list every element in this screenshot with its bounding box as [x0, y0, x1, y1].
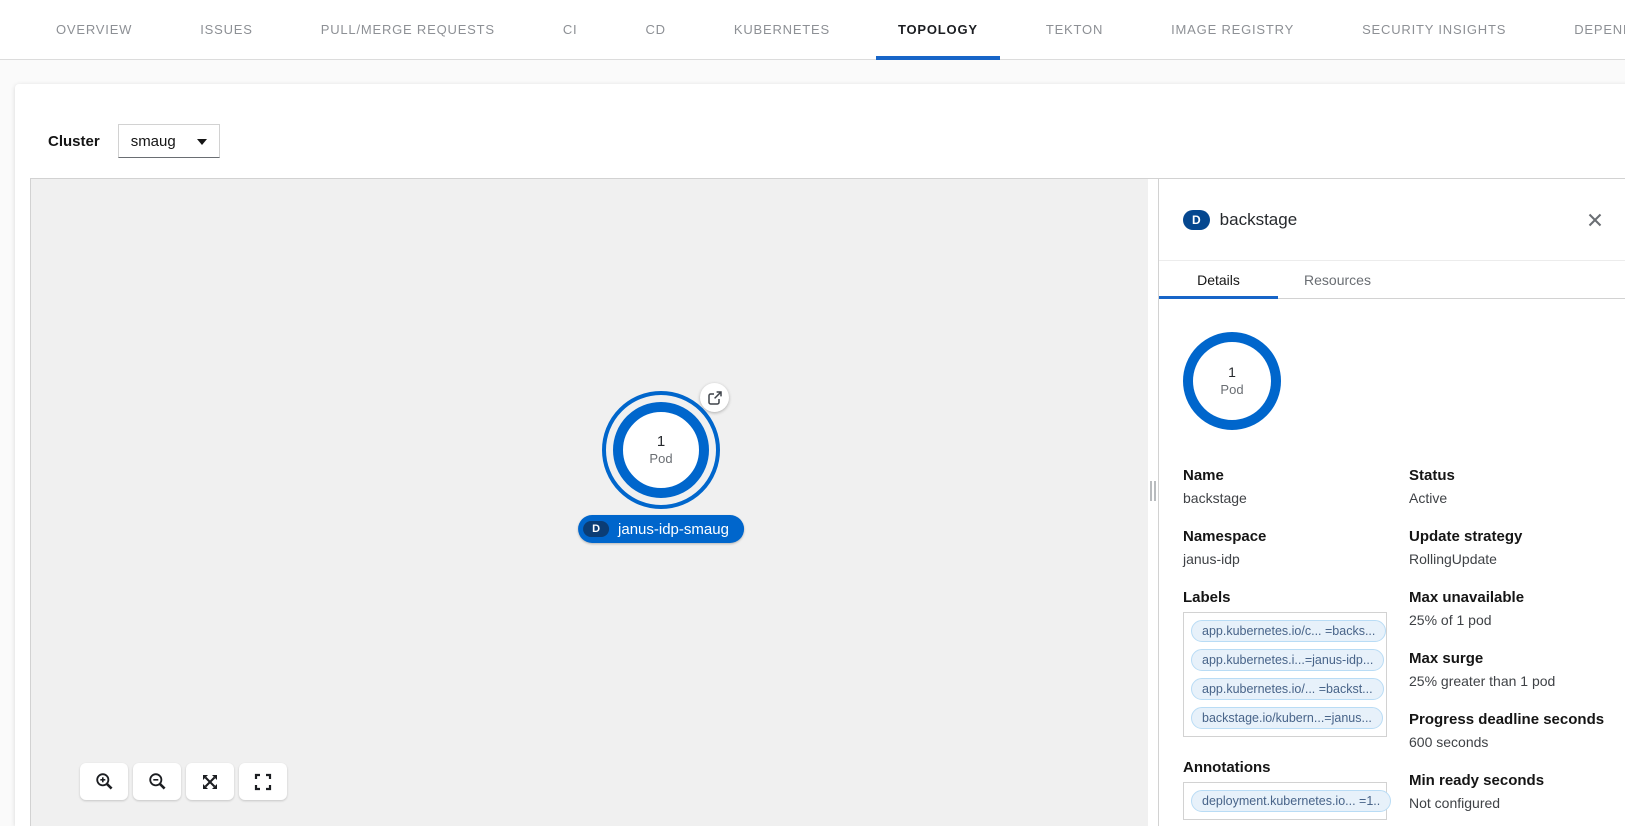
field-max-surge: Max surge 25% greater than 1 pod [1409, 650, 1609, 689]
entity-tabs: OVERVIEW ISSUES PULL/MERGE REQUESTS CI C… [0, 0, 1625, 60]
node-pod-donut: 1 Pod [613, 402, 709, 498]
field-progress-deadline: Progress deadline seconds 600 seconds [1409, 711, 1609, 750]
field-max-unavailable-label: Max unavailable [1409, 589, 1609, 606]
field-status: Status Active [1409, 467, 1609, 506]
cluster-toolbar: Cluster smaug [48, 124, 220, 158]
zoom-in-button[interactable] [80, 763, 128, 800]
side-panel-tabs: Details Resources [1159, 261, 1625, 299]
tab-cd[interactable]: CD [623, 0, 687, 59]
field-progress-deadline-label: Progress deadline seconds [1409, 711, 1609, 728]
label-chip[interactable]: app.kubernetes.i...=janus-idp... [1191, 649, 1384, 671]
label-chip[interactable]: app.kubernetes.io/c... =backs... [1191, 620, 1386, 642]
field-namespace-label: Namespace [1183, 528, 1409, 545]
field-update-strategy: Update strategy RollingUpdate [1409, 528, 1609, 567]
field-status-value: Active [1409, 490, 1609, 506]
field-max-unavailable: Max unavailable 25% of 1 pod [1409, 589, 1609, 628]
node-label[interactable]: D janus-idp-smaug [578, 515, 744, 543]
field-update-strategy-value: RollingUpdate [1409, 551, 1609, 567]
reset-view-icon [254, 773, 272, 791]
drag-handle-icon [1150, 481, 1156, 501]
node-pod-count: 1 [657, 433, 665, 452]
chevron-down-icon [197, 139, 207, 145]
field-labels-label: Labels [1183, 589, 1409, 606]
panel-resize-divider[interactable] [1148, 179, 1158, 826]
node-pod-unit: Pod [649, 451, 672, 467]
tab-overview[interactable]: OVERVIEW [34, 0, 154, 59]
tab-topology[interactable]: TOPOLOGY [876, 0, 1000, 59]
tab-security-insights[interactable]: SECURITY INSIGHTS [1340, 0, 1528, 59]
canvas-controls [80, 763, 287, 800]
field-update-strategy-label: Update strategy [1409, 528, 1609, 545]
tab-kubernetes[interactable]: KUBERNETES [712, 0, 852, 59]
zoom-in-icon [95, 772, 114, 791]
annotation-chip[interactable]: deployment.kubernetes.io... =1.. [1191, 790, 1391, 812]
tab-issues[interactable]: ISSUES [178, 0, 274, 59]
resource-side-panel: D backstage Details Resources 1 Pod [1158, 179, 1625, 826]
topology-card: Cluster smaug 1 Pod [15, 84, 1625, 826]
tab-details[interactable]: Details [1159, 261, 1278, 298]
field-status-label: Status [1409, 467, 1609, 484]
field-min-ready-seconds: Min ready seconds Not configured [1409, 772, 1609, 811]
zoom-out-button[interactable] [133, 763, 181, 800]
close-icon [1588, 213, 1602, 227]
close-panel-button[interactable] [1584, 209, 1606, 231]
tab-dependencies[interactable]: DEPENDENCIES [1552, 0, 1625, 59]
tab-ci[interactable]: CI [541, 0, 600, 59]
zoom-out-icon [148, 772, 167, 791]
field-namespace-value: janus-idp [1183, 551, 1409, 567]
deployment-node[interactable]: 1 Pod D janus-idp-smaug [602, 391, 720, 509]
label-chip[interactable]: app.kubernetes.io/... =backst... [1191, 678, 1384, 700]
label-chip[interactable]: backstage.io/kubern...=janus... [1191, 707, 1383, 729]
field-labels: Labels app.kubernetes.io/c... =backs... … [1183, 589, 1409, 737]
field-max-unavailable-value: 25% of 1 pod [1409, 612, 1609, 628]
topology-canvas[interactable]: 1 Pod D janus-idp-smaug [31, 179, 1148, 826]
tab-image-registry[interactable]: IMAGE REGISTRY [1149, 0, 1316, 59]
cluster-select-value: smaug [131, 133, 176, 150]
node-selection-ring: 1 Pod [602, 391, 720, 509]
field-name-label: Name [1183, 467, 1409, 484]
field-name-value: backstage [1183, 490, 1409, 506]
fit-to-screen-button[interactable] [186, 763, 234, 800]
pod-unit: Pod [1220, 382, 1243, 399]
field-progress-deadline-value: 600 seconds [1409, 734, 1609, 750]
node-label-text: janus-idp-smaug [618, 521, 729, 538]
reset-view-button[interactable] [239, 763, 287, 800]
pod-status-donut: 1 Pod [1183, 332, 1281, 430]
field-name: Name backstage [1183, 467, 1409, 506]
fit-to-screen-icon [201, 773, 219, 791]
labels-chip-group: app.kubernetes.io/c... =backs... app.kub… [1183, 612, 1387, 737]
field-namespace: Namespace janus-idp [1183, 528, 1409, 567]
deployment-kind-badge: D [583, 521, 609, 537]
annotations-chip-group: deployment.kubernetes.io... =1.. [1183, 782, 1387, 820]
external-link-icon [708, 391, 722, 405]
cluster-label: Cluster [48, 133, 100, 150]
field-max-surge-label: Max surge [1409, 650, 1609, 667]
topology-view: 1 Pod D janus-idp-smaug [30, 178, 1625, 826]
tab-resources[interactable]: Resources [1278, 261, 1397, 298]
pod-count: 1 [1228, 363, 1236, 381]
side-panel-header: D backstage [1159, 179, 1625, 261]
field-max-surge-value: 25% greater than 1 pod [1409, 673, 1609, 689]
tab-tekton[interactable]: TEKTON [1024, 0, 1125, 59]
resource-title: backstage [1220, 210, 1298, 230]
field-min-ready-seconds-label: Min ready seconds [1409, 772, 1609, 789]
field-min-ready-seconds-value: Not configured [1409, 795, 1609, 811]
field-annotations-label: Annotations [1183, 759, 1409, 776]
deployment-kind-badge: D [1183, 210, 1210, 230]
field-annotations: Annotations deployment.kubernetes.io... … [1183, 759, 1409, 820]
open-url-decorator[interactable] [700, 383, 729, 412]
cluster-select[interactable]: smaug [118, 124, 220, 158]
side-panel-body: 1 Pod Name backstage Namespace janus-idp… [1159, 299, 1625, 826]
tab-pull-merge-requests[interactable]: PULL/MERGE REQUESTS [299, 0, 517, 59]
